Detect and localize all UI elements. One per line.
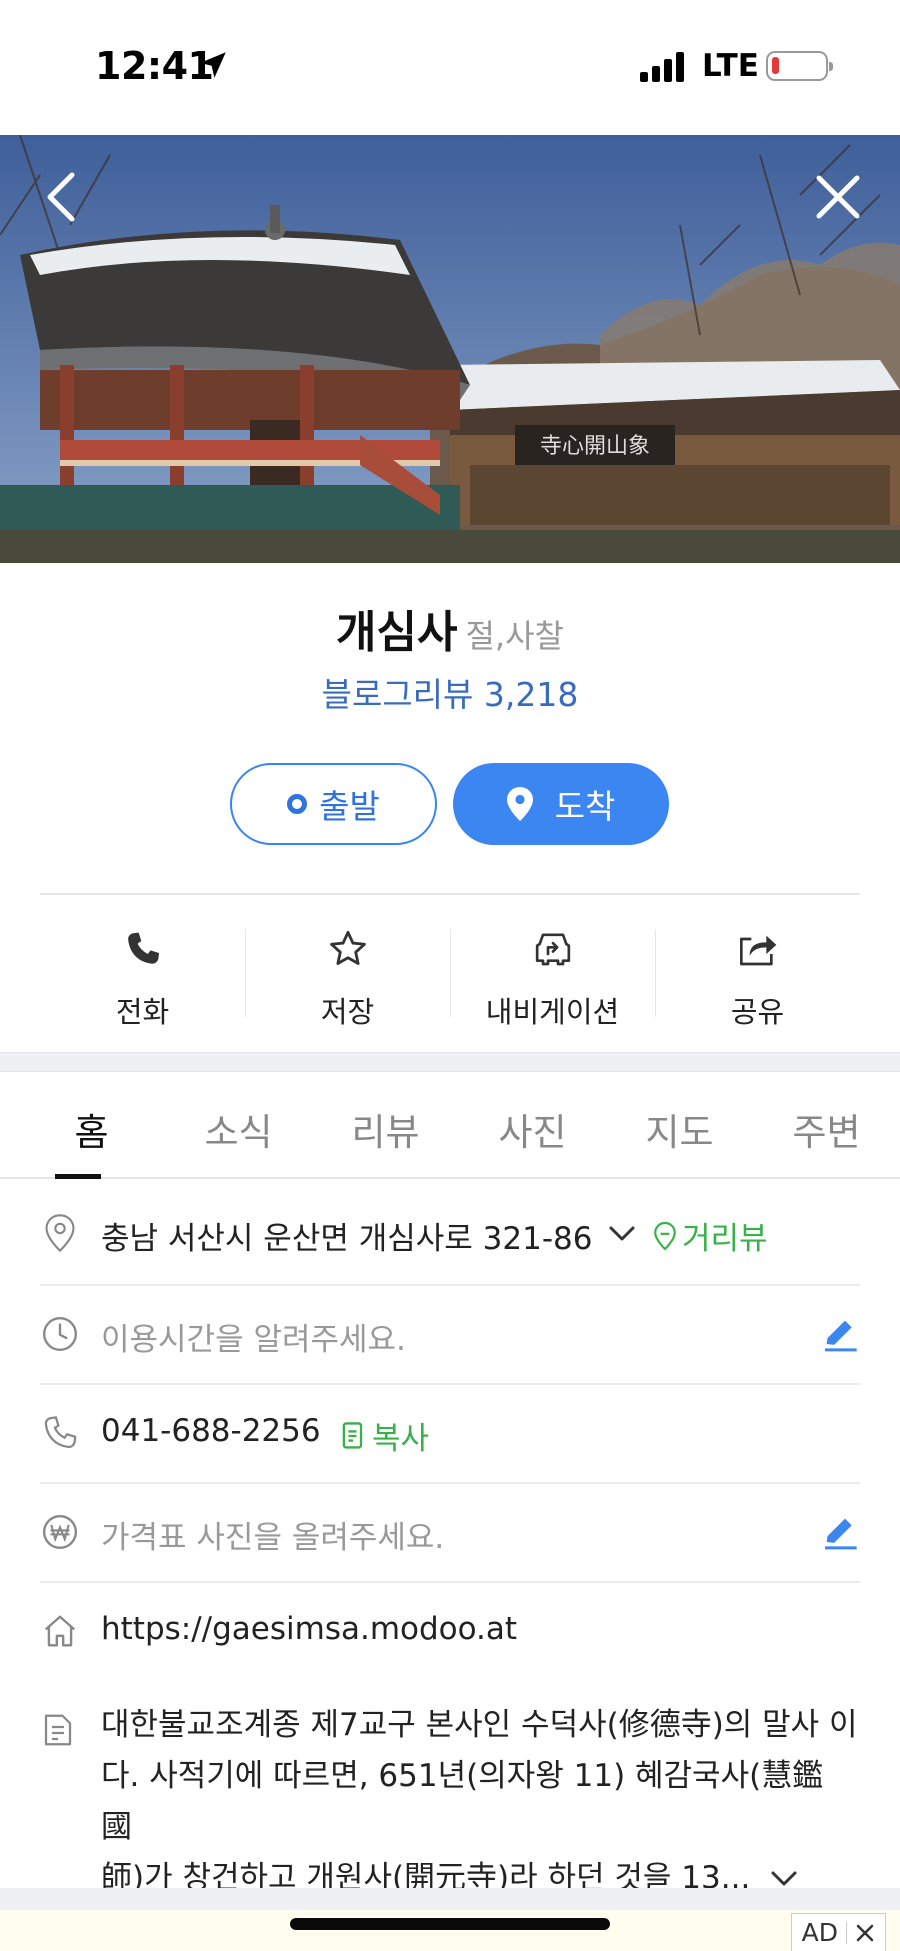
start-dot-icon <box>287 794 308 814</box>
website-link[interactable]: https://gaesimsa.modoo.at <box>101 1611 517 1647</box>
tab-reviews[interactable]: 리뷰 <box>312 1072 459 1177</box>
street-view-label: 거리뷰 <box>682 1221 768 1257</box>
call-action[interactable]: 전화 <box>40 915 245 1035</box>
signal-icon <box>640 52 684 82</box>
network-type: LTE <box>702 48 759 84</box>
start-label: 출발 <box>319 787 380 826</box>
blog-review-count: 3,218 <box>483 675 579 714</box>
place-name: 개심사 <box>336 607 458 658</box>
document-icon <box>40 1712 80 1752</box>
place-category: 절,사찰 <box>465 617 564 655</box>
back-button[interactable] <box>32 167 92 227</box>
copy-icon <box>342 1421 363 1449</box>
arrive-button[interactable]: 도착 <box>453 763 669 845</box>
phone-icon <box>127 932 159 964</box>
tab-map[interactable]: 지도 <box>606 1072 753 1177</box>
copy-button[interactable]: 복사 <box>340 1413 429 1458</box>
place-title-row: 개심사 절,사찰 <box>0 596 900 660</box>
close-button[interactable] <box>808 167 868 227</box>
battery-icon <box>766 51 833 81</box>
place-photo[interactable]: 寺心開山象 <box>0 135 900 563</box>
share-action[interactable]: 공유 <box>655 915 860 1035</box>
price-row[interactable]: 가격표 사진을 올려주세요. <box>40 1484 860 1583</box>
ad-label: AD <box>801 1918 838 1947</box>
tab-nearby[interactable]: 주변 <box>753 1072 900 1177</box>
edit-pencil-icon[interactable] <box>820 1512 860 1552</box>
phone-row: 041-688-2256 복사 <box>40 1385 860 1484</box>
ad-badge[interactable]: AD <box>790 1913 886 1951</box>
hours-row[interactable]: 이용시간을 알려주세요. <box>40 1286 860 1385</box>
home-indicator <box>290 1918 610 1930</box>
blog-review-label: 블로그리뷰 <box>321 675 474 714</box>
temple-photo: 寺心開山象 <box>0 135 900 563</box>
map-pin-icon <box>506 787 533 821</box>
status-bar: 12:41 LTE <box>0 0 900 135</box>
section-gap <box>0 1052 900 1072</box>
phone-outline-icon <box>40 1413 80 1453</box>
navigation-action[interactable]: 내비게이션 <box>450 915 655 1035</box>
chevron-down-icon[interactable] <box>608 1225 636 1243</box>
share-icon <box>739 935 776 966</box>
website-row: https://gaesimsa.modoo.at <box>40 1583 860 1682</box>
expand-chevron-icon[interactable] <box>770 1870 798 1888</box>
location-pin-icon <box>40 1213 80 1253</box>
close-icon[interactable] <box>855 1923 875 1943</box>
street-view-pin-icon <box>654 1221 676 1250</box>
tab-home[interactable]: 홈 <box>18 1072 165 1179</box>
hours-placeholder: 이용시간을 알려주세요. <box>101 1322 406 1358</box>
street-view-link[interactable]: 거리뷰 <box>652 1213 768 1258</box>
svg-text:寺心開山象: 寺心開山象 <box>540 434 650 459</box>
clock-icon <box>40 1314 80 1354</box>
section-gap <box>0 1888 900 1910</box>
home-icon <box>40 1611 80 1651</box>
arrive-label: 도착 <box>554 787 616 826</box>
save-label: 저장 <box>320 995 375 1029</box>
save-action[interactable]: 저장 <box>245 915 450 1035</box>
tab-news[interactable]: 소식 <box>165 1072 312 1177</box>
blog-review-link[interactable]: 블로그리뷰 3,218 <box>0 668 900 716</box>
navigation-label: 내비게이션 <box>485 995 620 1029</box>
action-bar: 전화 저장 내비게이션 공유 <box>40 915 860 1035</box>
address-row: 충남 서산시 운산면 개심사로 321-86 거리뷰 <box>40 1181 860 1286</box>
description-line-1: 대한불교조계종 제7교구 본사인 수덕사(修德寺)의 말사 이 <box>101 1707 858 1743</box>
address-text: 충남 서산시 운산면 개심사로 321-86 <box>101 1221 593 1257</box>
phone-number[interactable]: 041-688-2256 <box>101 1413 321 1449</box>
close-icon <box>816 175 860 219</box>
won-icon <box>40 1512 80 1552</box>
divider <box>40 893 860 895</box>
copy-label: 복사 <box>372 1421 430 1457</box>
navigation-icon <box>535 933 570 966</box>
edit-pencil-icon[interactable] <box>820 1314 860 1354</box>
start-button[interactable]: 출발 <box>230 763 437 845</box>
price-placeholder: 가격표 사진을 올려주세요. <box>101 1520 445 1556</box>
location-arrow-icon <box>200 52 226 78</box>
ad-banner[interactable]: AD <box>0 1910 900 1951</box>
tab-bar: 홈 소식 리뷰 사진 지도 주변 <box>0 1072 900 1179</box>
tab-photos[interactable]: 사진 <box>459 1072 606 1177</box>
description: 대한불교조계종 제7교구 본사인 수덕사(修德寺)의 말사 이 다. 사적기에 … <box>101 1700 861 1904</box>
share-label: 공유 <box>730 995 785 1029</box>
call-label: 전화 <box>115 995 170 1029</box>
back-icon <box>47 172 75 222</box>
star-icon <box>329 930 366 965</box>
description-line-2: 다. 사적기에 따르면, 651년(의자왕 11) 혜감국사(慧鑑 國 <box>101 1758 824 1845</box>
